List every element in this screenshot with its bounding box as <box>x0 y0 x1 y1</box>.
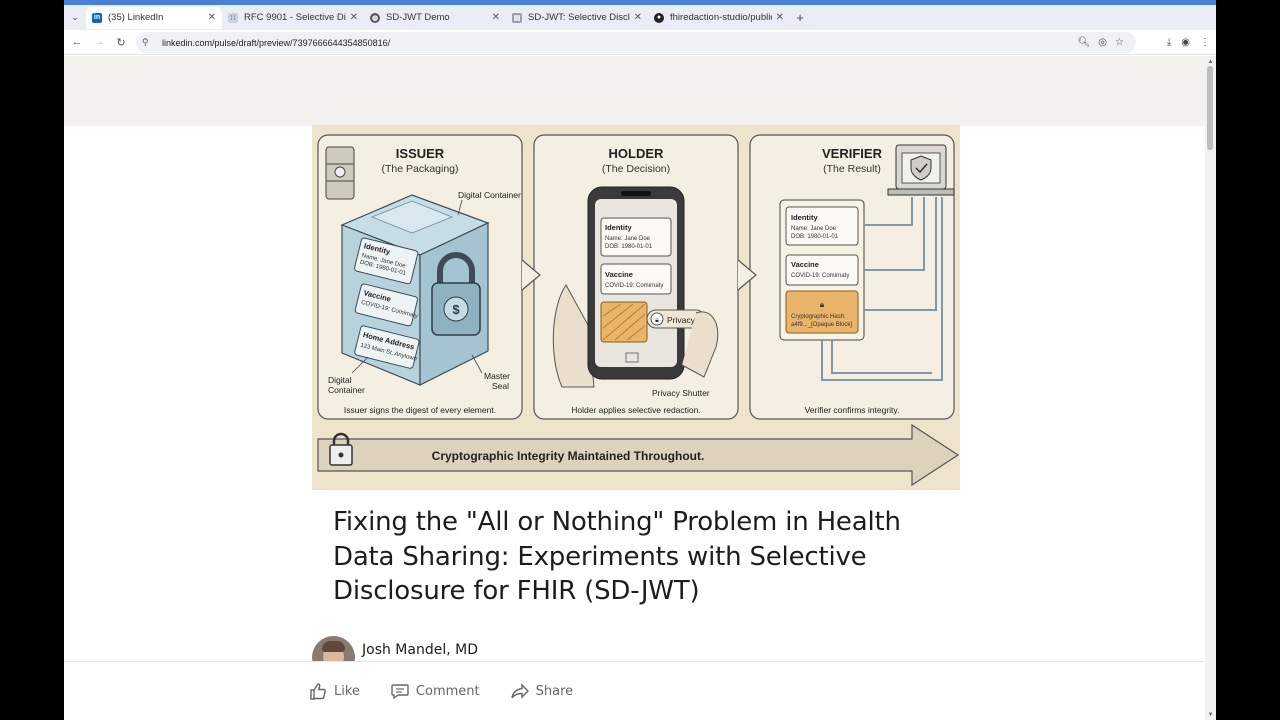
tab-title: fhiredaction-studio/public <box>670 12 772 23</box>
svg-text:$: $ <box>452 302 460 317</box>
svg-text:Name: Jane Doe: Name: Jane Doe <box>791 226 837 232</box>
svg-text:COVID-19: Comirnaty: COVID-19: Comirnaty <box>791 273 849 279</box>
verifier-subtitle: (The Result) <box>823 163 881 175</box>
svg-text:Name: Jane Doe: Name: Jane Doe <box>605 236 651 242</box>
reload-icon[interactable]: ↻ <box>110 36 132 49</box>
svg-text:DOB: 1980-01-01: DOB: 1980-01-01 <box>791 234 839 240</box>
article-title: Fixing the "All or Nothing" Problem in H… <box>333 507 901 606</box>
close-icon[interactable]: ✕ <box>208 12 216 23</box>
linkedin-icon: in <box>92 12 102 23</box>
svg-text:COVID-19: Comirnaty: COVID-19: Comirnaty <box>605 283 663 289</box>
holder-card-identity: Identity Name: Jane Doe DOB: 1980-01-01 <box>600 217 672 257</box>
svg-text:Vaccine: Vaccine <box>791 260 819 269</box>
tab-sdjwt-demo[interactable]: ◍ SD-JWT Demo ✕ <box>364 7 506 29</box>
like-label: Like <box>334 683 360 699</box>
tab-title: RFC 9901 - Selective Disclosure <box>244 12 346 23</box>
tab-rfc[interactable]: ∷ RFC 9901 - Selective Disclosure ✕ <box>222 7 364 29</box>
scroll-down-arrow-icon[interactable]: ▼ <box>1205 712 1216 718</box>
rfc-icon: ∷ <box>228 12 238 23</box>
comment-button[interactable]: Comment <box>390 681 480 701</box>
close-icon[interactable]: ✕ <box>776 12 784 23</box>
issuer-title: ISSUER <box>396 146 445 161</box>
verifier-card-identity: Identity Name: Jane Doe DOB: 1980-01-01 <box>785 206 859 246</box>
hero-illustration: ISSUER (The Packaging) Identity Name: Ja… <box>312 125 960 490</box>
bookmark-star-icon[interactable]: ☆ <box>1115 37 1124 48</box>
label-digital-container-bottom-1: Digital <box>328 375 352 385</box>
author-name[interactable]: Josh Mandel, MD <box>362 642 478 658</box>
tab-title: SD-JWT: Selective Disclosure <box>528 12 630 23</box>
profile-icon[interactable]: ◉ <box>1181 37 1190 48</box>
svg-text:a4f9..._[Opaque Block]: a4f9..._[Opaque Block] <box>791 322 852 328</box>
globe-icon: ◍ <box>370 12 380 23</box>
url-text[interactable]: linkedin.com/pulse/draft/preview/7397666… <box>162 38 390 48</box>
download-icon[interactable]: ⤓ <box>1167 37 1171 48</box>
toolbar-right-actions: ⤓ ◉ ⋮ <box>1167 30 1210 55</box>
holder-card-vaccine: Vaccine COVID-19: Comirnaty <box>600 263 672 295</box>
eye-off-icon[interactable]: ◎ <box>1098 37 1107 48</box>
svg-text:Cryptographic Hash:: Cryptographic Hash: <box>791 314 846 320</box>
label-privacy-shutter: Privacy Shutter <box>652 388 710 398</box>
close-icon[interactable]: ✕ <box>634 12 642 23</box>
tab-sdjwt-selective[interactable]: ▤ SD-JWT: Selective Disclosure ✕ <box>506 7 648 29</box>
label-digital-container-bottom-2: Container <box>328 385 365 395</box>
comment-label: Comment <box>415 683 480 699</box>
verifier-title: VERIFIER <box>822 146 883 161</box>
privacy-label: Privacy <box>667 315 696 325</box>
label-master-seal-2: Seal <box>492 381 509 391</box>
verified-shield-monitor-icon <box>887 144 955 196</box>
server-icon <box>325 146 355 200</box>
close-icon[interactable]: ✕ <box>350 12 358 23</box>
github-icon: ● <box>654 12 664 23</box>
address-bar-actions: 🔍︎ ◎ ☆ <box>1078 32 1124 53</box>
tab-title: (35) LinkedIn <box>108 12 164 23</box>
doc-icon: ▤ <box>512 12 522 23</box>
sd-jwt-diagram: ISSUER (The Packaging) Identity Name: Ja… <box>312 125 960 490</box>
social-action-bar: Like Comment Share <box>64 661 1205 720</box>
scroll-up-arrow-icon[interactable]: ▲ <box>1205 59 1216 65</box>
browser-window: ⌄ in (35) LinkedIn ✕ ∷ RFC 9901 - Select… <box>64 0 1216 720</box>
site-info-icon[interactable]: ⚲ <box>142 37 158 48</box>
verifier-caption: Verifier confirms integrity. <box>805 405 900 415</box>
menu-kebab-icon[interactable]: ⋮ <box>1200 37 1210 48</box>
holder-title: HOLDER <box>609 146 665 161</box>
address-bar[interactable]: ⚲ linkedin.com/pulse/draft/preview/73976… <box>136 32 1136 53</box>
zoom-icon[interactable]: 🔍︎ <box>1078 37 1091 48</box>
svg-text:Identity: Identity <box>605 223 632 232</box>
verifier-hash-block: 🔒︎ Cryptographic Hash: a4f9..._[Opaque B… <box>785 290 859 334</box>
svg-text:Identity: Identity <box>791 213 818 222</box>
like-button[interactable]: Like <box>308 681 360 701</box>
thumbs-up-icon <box>310 683 326 700</box>
browser-toolbar: ← → ↻ ⚲ linkedin.com/pulse/draft/preview… <box>64 30 1216 55</box>
tab-github[interactable]: ● fhiredaction-studio/public ✕ <box>648 7 790 29</box>
share-label: Share <box>535 683 574 699</box>
close-icon[interactable]: ✕ <box>492 12 500 23</box>
verifier-card-vaccine: Vaccine COVID-19: Comirnaty <box>785 254 859 286</box>
label-digital-container-top: Digital Container <box>458 190 521 200</box>
article-page: ISSUER (The Packaging) Identity Name: Ja… <box>64 56 1205 720</box>
cover-banner <box>64 56 1205 126</box>
issuer-caption: Issuer signs the digest of every element… <box>344 405 496 415</box>
label-master-seal-1: Master <box>484 371 510 381</box>
holder-subtitle: (The Decision) <box>602 163 670 175</box>
new-tab-button[interactable]: + <box>790 10 810 25</box>
forward-arrow-icon[interactable]: → <box>88 36 110 48</box>
issuer-subtitle: (The Packaging) <box>381 163 458 175</box>
scroll-thumb[interactable] <box>1207 66 1213 150</box>
share-icon <box>510 683 529 699</box>
share-button[interactable]: Share <box>510 681 574 701</box>
tab-search-chevron-icon[interactable]: ⌄ <box>64 7 86 29</box>
tab-title: SD-JWT Demo <box>386 12 450 23</box>
page-scrollbar[interactable]: ▲ ▼ <box>1205 56 1216 720</box>
integrity-banner-text: Cryptographic Integrity Maintained Throu… <box>432 449 705 463</box>
holder-caption: Holder applies selective redaction. <box>571 405 700 415</box>
tab-bar: ⌄ in (35) LinkedIn ✕ ∷ RFC 9901 - Select… <box>64 5 1216 30</box>
svg-text:DOB: 1980-01-01: DOB: 1980-01-01 <box>605 244 653 250</box>
svg-text:Vaccine: Vaccine <box>605 270 633 279</box>
lock-icon: 🔒︎ <box>820 300 824 309</box>
tab-linkedin[interactable]: in (35) LinkedIn ✕ <box>86 6 222 29</box>
back-arrow-icon[interactable]: ← <box>66 36 88 48</box>
comment-icon <box>391 684 409 700</box>
svg-text:🔒︎: 🔒︎ <box>655 317 659 324</box>
